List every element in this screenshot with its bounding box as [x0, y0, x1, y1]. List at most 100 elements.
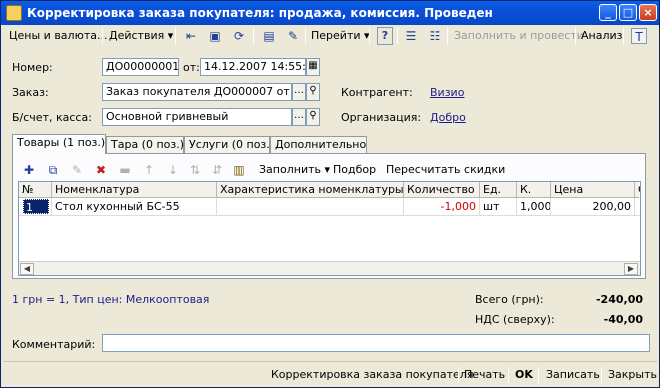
text-format-icon[interactable]: T: [631, 28, 647, 44]
tab-additional[interactable]: Дополнительно: [270, 136, 367, 153]
account-label: Б/счет, касса:: [12, 111, 92, 124]
date-field[interactable]: 14.12.2007 14:55:00: [200, 58, 306, 76]
fill-menu[interactable]: Заполнить ▾: [259, 162, 330, 178]
calendar-icon[interactable]: ▦: [306, 58, 320, 76]
contractor-link[interactable]: Визио: [430, 86, 464, 99]
print-button[interactable]: Печать: [464, 366, 505, 384]
total-value: -240,00: [595, 293, 643, 306]
account-open-icon[interactable]: ⚲: [306, 108, 320, 126]
tab-goods[interactable]: Товары (1 поз.): [12, 134, 106, 154]
account-field[interactable]: Основной гривневый: [102, 108, 292, 126]
col-price[interactable]: Цена: [551, 182, 635, 198]
row-quantity[interactable]: -1,000: [404, 198, 480, 216]
close-button[interactable]: Закрыть: [608, 366, 657, 384]
fill-and-post-button[interactable]: Заполнить и провести: [454, 26, 584, 46]
goods-table[interactable]: № Номенклатура Характеристика номенклату…: [18, 181, 641, 276]
row-coef[interactable]: 1,000: [517, 198, 551, 216]
document-window: Корректировка заказа покупателя: продажа…: [0, 0, 660, 388]
contractor-label: Контрагент:: [341, 86, 413, 99]
toolbar-separator: [102, 28, 103, 44]
form-footer: Корректировка заказа покупателя Печать O…: [3, 361, 657, 385]
unpost-document-icon[interactable]: ✎: [285, 28, 301, 44]
scroll-right-icon[interactable]: ▶: [624, 263, 638, 275]
delete-row-icon[interactable]: ✖: [93, 162, 109, 178]
ok-button[interactable]: OK: [515, 366, 533, 384]
price-type-link[interactable]: 1 грн = 1, Тип цен: Мелкооптовая: [12, 293, 209, 306]
copy-row-icon[interactable]: ⧉: [45, 162, 61, 178]
select-button[interactable]: Подбор: [333, 162, 376, 178]
actions-menu[interactable]: Действия ▾: [109, 26, 173, 46]
footer-separator: [538, 367, 539, 383]
col-sum[interactable]: С: [635, 182, 640, 198]
row-number: 1: [23, 199, 49, 214]
save-button[interactable]: Записать: [546, 366, 600, 384]
move-up-icon[interactable]: ↑: [141, 162, 157, 178]
table-header: № Номенклатура Характеристика номенклату…: [19, 182, 640, 198]
barcode-icon[interactable]: ▥: [231, 162, 247, 178]
sort-asc-icon[interactable]: ⇅: [187, 162, 203, 178]
toolbar-separator: [447, 28, 448, 44]
table-row[interactable]: 1 Стол кухонный БС-55 -1,000 шт 1,000 20…: [19, 198, 640, 216]
toolbar-separator: [575, 28, 576, 44]
minimize-button[interactable]: _: [599, 4, 617, 21]
order-label: Заказ:: [12, 86, 49, 99]
maximize-button[interactable]: □: [619, 4, 637, 21]
scroll-left-icon[interactable]: ◀: [20, 263, 34, 275]
tab-services[interactable]: Услуги (0 поз.): [184, 136, 274, 153]
recalc-discounts-button[interactable]: Пересчитать скидки: [386, 162, 505, 178]
sort-desc-icon[interactable]: ⇵: [209, 162, 225, 178]
date-label: от:: [183, 61, 200, 74]
vat-value: -40,00: [603, 313, 643, 326]
col-characteristic[interactable]: Характеристика номенклатуры: [217, 182, 404, 198]
row-sum[interactable]: [635, 198, 640, 216]
comment-label: Комментарий:: [12, 338, 96, 351]
prices-currency-button[interactable]: Цены и валюта...: [9, 26, 107, 46]
back-arrow-icon[interactable]: ⇤: [183, 28, 199, 44]
tab-containers[interactable]: Тара (0 поз.): [106, 136, 184, 153]
number-label: Номер:: [12, 61, 53, 74]
list-view-icon[interactable]: ☰: [403, 28, 419, 44]
move-down-icon[interactable]: ↓: [165, 162, 181, 178]
refresh-icon[interactable]: ⟳: [231, 28, 247, 44]
order-field[interactable]: Заказ покупателя ДО000007 от 12.1: [102, 83, 292, 101]
help-button[interactable]: ?: [377, 27, 393, 45]
col-coef[interactable]: К.: [517, 182, 551, 198]
print-form-button[interactable]: Корректировка заказа покупателя: [271, 366, 473, 384]
structure-icon[interactable]: ▣: [207, 28, 223, 44]
horizontal-scrollbar[interactable]: ◀ ▶: [19, 261, 640, 275]
toolbar-separator: [623, 28, 624, 44]
toolbar-separator: [175, 28, 176, 44]
row-number-cell[interactable]: 1: [19, 198, 52, 216]
col-item[interactable]: Номенклатура: [52, 182, 217, 198]
checklist-icon[interactable]: ☷: [427, 28, 443, 44]
organization-label: Организация:: [341, 111, 422, 124]
toolbar-separator: [369, 28, 370, 44]
main-toolbar: Цены и валюта... Действия ▾ ⇤ ▣ ⟳ ▤ ✎ Пе…: [3, 26, 657, 47]
title-bar: Корректировка заказа покупателя: продажа…: [1, 1, 659, 25]
row-price[interactable]: 200,00: [551, 198, 635, 216]
row-unit[interactable]: шт: [480, 198, 517, 216]
toolbar-separator: [305, 28, 306, 44]
number-field[interactable]: ДО00000001: [102, 58, 179, 76]
end-edit-icon[interactable]: ▬: [117, 162, 133, 178]
analysis-button[interactable]: Анализ: [581, 26, 623, 46]
comment-field[interactable]: [102, 334, 650, 352]
document-icon: [6, 5, 22, 21]
post-document-icon[interactable]: ▤: [261, 28, 277, 44]
col-quantity[interactable]: Количество: [404, 182, 480, 198]
footer-separator: [458, 367, 459, 383]
edit-row-icon[interactable]: ✎: [69, 162, 85, 178]
footer-separator: [601, 367, 602, 383]
total-label: Всего (грн):: [475, 293, 544, 306]
row-item[interactable]: Стол кухонный БС-55: [52, 198, 217, 216]
account-select-button[interactable]: …: [292, 108, 306, 126]
goto-menu[interactable]: Перейти ▾: [311, 26, 370, 46]
row-characteristic[interactable]: [217, 198, 404, 216]
col-unit[interactable]: Ед.: [480, 182, 517, 198]
add-row-icon[interactable]: ✚: [21, 162, 37, 178]
organization-link[interactable]: Добро: [430, 111, 466, 124]
close-window-button[interactable]: ×: [639, 4, 657, 21]
order-open-icon[interactable]: ⚲: [306, 83, 320, 101]
col-number[interactable]: №: [19, 182, 52, 198]
order-select-button[interactable]: …: [292, 83, 306, 101]
